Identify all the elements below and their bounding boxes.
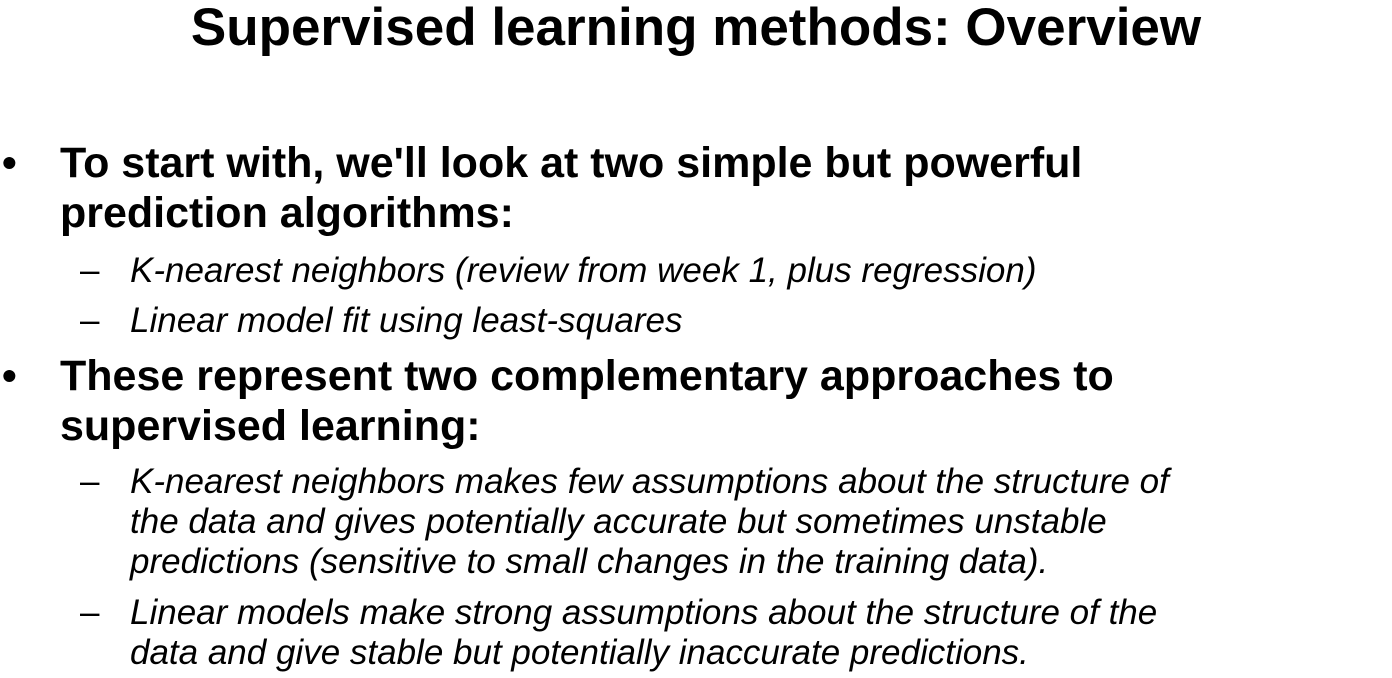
dash-icon: –: [80, 301, 100, 340]
subitem-text: K-nearest neighbors (review from week 1,…: [130, 251, 1392, 291]
subitem-text: K-nearest neighbors makes few assumption…: [130, 462, 1392, 582]
bullet-icon: •: [2, 352, 17, 399]
subitem-line: data and give stable but potentially ina…: [130, 633, 1029, 672]
subitem-line: K-nearest neighbors makes few assumption…: [130, 462, 1169, 501]
bullet-line: supervised learning:: [60, 402, 481, 450]
bullet-icon: •: [2, 139, 17, 186]
slide: Supervised learning methods: Overview • …: [0, 0, 1392, 678]
subitem-line: K-nearest neighbors (review from week 1,…: [130, 251, 1037, 290]
subitem-line: Linear models make strong assumptions ab…: [130, 593, 1158, 632]
slide-title: Supervised learning methods: Overview: [190, 0, 1202, 57]
dash-icon: –: [80, 251, 100, 290]
subitem-line: predictions (sensitive to small changes …: [130, 542, 1049, 581]
subitem-line: the data and gives potentially accurate …: [130, 502, 1107, 541]
bullet-text: These represent two complementary approa…: [60, 351, 1380, 451]
bullet-line: These represent two complementary approa…: [60, 352, 1114, 400]
subitem-text: Linear models make strong assumptions ab…: [130, 593, 1392, 673]
subitem-line: Linear model fit using least-squares: [130, 301, 683, 340]
bullet-text: To start with, we'll look at two simple …: [60, 138, 1380, 238]
bullet-line: To start with, we'll look at two simple …: [60, 139, 1083, 187]
bullet-line: prediction algorithms:: [60, 189, 514, 237]
dash-icon: –: [80, 593, 100, 632]
dash-icon: –: [80, 462, 100, 501]
subitem-text: Linear model fit using least-squares: [130, 301, 1392, 341]
